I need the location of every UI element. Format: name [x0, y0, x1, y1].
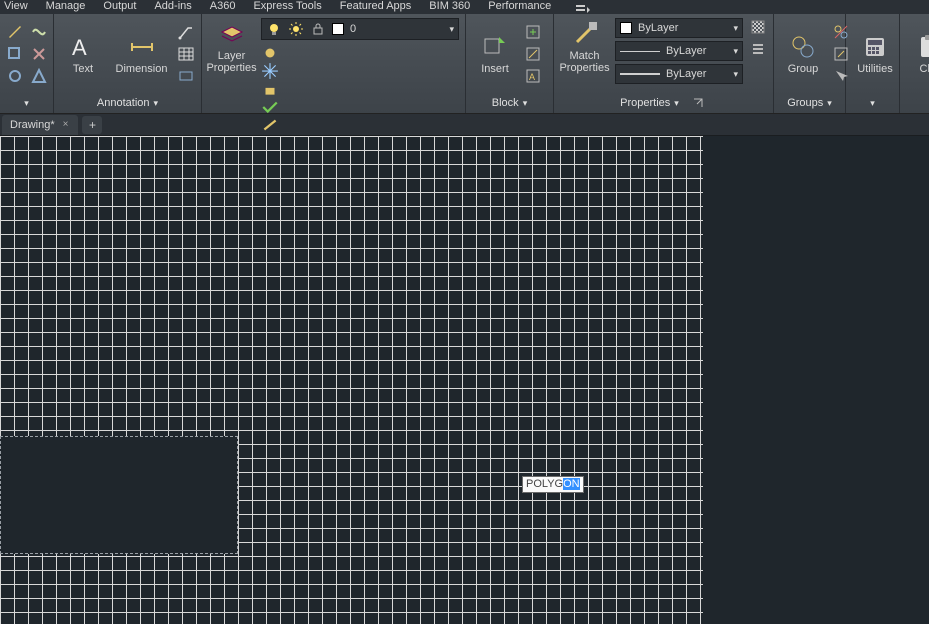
layer-color-swatch — [332, 23, 344, 35]
menu-featured-apps[interactable]: Featured Apps — [340, 0, 412, 12]
dimension-label: Dimension — [116, 63, 168, 75]
clipboard-button[interactable]: Clip — [906, 31, 929, 77]
menu-view[interactable]: View — [4, 0, 28, 12]
panel-groups: Group Groups — [774, 14, 846, 113]
lineweight-value: ByLayer — [666, 68, 727, 80]
lineweight-caret-icon — [733, 68, 738, 80]
match-properties-button[interactable]: Match Properties — [560, 18, 609, 76]
panel-clipboard: Clip — [900, 14, 929, 113]
linetype-icon — [620, 51, 660, 52]
menu-addins[interactable]: Add-ins — [154, 0, 191, 12]
color-caret-icon — [733, 22, 738, 34]
object-color-dropdown[interactable]: ByLayer — [615, 18, 743, 38]
panel-block: Insert A Block — [466, 14, 554, 113]
leader-icon[interactable] — [177, 23, 195, 41]
svg-text:A: A — [529, 72, 535, 82]
panel-groups-caret-icon[interactable] — [827, 97, 832, 109]
linetype-value: ByLayer — [666, 45, 727, 57]
panel-properties: Match Properties ByLayer ByLayer ByLayer — [554, 14, 774, 113]
draw-tool-4-icon[interactable] — [30, 23, 48, 41]
utilities-button[interactable]: Utilities — [852, 31, 898, 77]
properties-dialog-launcher-icon[interactable] — [689, 94, 707, 112]
panel-annotation-title: Annotation — [97, 97, 150, 109]
draw-tool-5-icon[interactable] — [30, 45, 48, 63]
edit-attribute-icon[interactable]: A — [524, 67, 542, 85]
insert-button[interactable]: Insert — [472, 31, 518, 77]
svg-text:A: A — [72, 35, 87, 60]
panel-utilities-caret-icon[interactable] — [870, 97, 875, 109]
menu-express-tools[interactable]: Express Tools — [253, 0, 321, 12]
utilities-label: Utilities — [857, 63, 892, 75]
panel-properties-title: Properties — [620, 97, 670, 109]
layer-match-icon[interactable] — [261, 116, 279, 134]
table-icon[interactable] — [177, 45, 195, 63]
document-tab-title: Drawing* — [10, 119, 55, 131]
group-button[interactable]: Group — [780, 31, 826, 77]
transparency-icon[interactable] — [749, 18, 767, 36]
menu-output[interactable]: Output — [103, 0, 136, 12]
draw-tool-2-icon[interactable] — [6, 45, 24, 63]
panel-layers: Layer Properties 0 — [202, 14, 466, 113]
layer-properties-label: Layer Properties — [206, 50, 256, 74]
panel-groups-title: Groups — [787, 97, 823, 109]
panel-annotation: A Text Dimension Annotation — [54, 14, 202, 113]
new-tab-button[interactable]: + — [82, 116, 102, 134]
anno-extra-icon[interactable] — [177, 67, 195, 85]
list-icon[interactable] — [749, 40, 767, 58]
panel-draw-caret-icon[interactable] — [24, 97, 29, 109]
layer-off-icon[interactable] — [261, 44, 279, 62]
text-label: Text — [73, 63, 93, 75]
object-color-value: ByLayer — [638, 22, 727, 34]
drawing-canvas[interactable]: POLYGON — [0, 136, 929, 624]
current-layer-dropdown[interactable]: 0 — [261, 18, 459, 40]
menu-bar: View Manage Output Add-ins A360 Express … — [0, 0, 929, 14]
linetype-caret-icon — [733, 45, 738, 57]
group-label: Group — [788, 63, 819, 75]
menu-bim360[interactable]: BIM 360 — [429, 0, 470, 12]
lineweight-dropdown[interactable]: ByLayer — [615, 64, 743, 84]
layer-properties-button[interactable]: Layer Properties — [208, 18, 255, 76]
match-properties-label: Match Properties — [559, 50, 609, 74]
panel-draw-fragment — [0, 14, 54, 113]
panel-properties-caret-icon[interactable] — [674, 97, 679, 109]
create-block-icon[interactable] — [524, 23, 542, 41]
lightbulb-icon — [266, 21, 282, 37]
lineweight-icon — [620, 73, 660, 75]
layer-dropdown-caret-icon — [449, 23, 454, 35]
panel-block-caret-icon[interactable] — [523, 97, 528, 109]
edit-block-icon[interactable] — [524, 45, 542, 63]
current-layer-name: 0 — [350, 23, 443, 35]
command-typed-text: POLYG — [526, 478, 563, 490]
panel-annotation-caret-icon[interactable] — [154, 97, 159, 109]
draw-tool-3-icon[interactable] — [6, 67, 24, 85]
lock-icon — [310, 21, 326, 37]
panel-utilities: Utilities — [846, 14, 900, 113]
ribbon: A Text Dimension Annotation — [0, 14, 929, 114]
text-button[interactable]: A Text — [60, 31, 106, 77]
selection-window-rectangle — [0, 436, 238, 554]
draw-tool-6-icon[interactable] — [30, 67, 48, 85]
close-tab-icon[interactable]: × — [63, 119, 69, 130]
layer-freeze-icon[interactable] — [261, 62, 279, 80]
menu-performance[interactable]: Performance — [488, 0, 551, 12]
menu-manage[interactable]: Manage — [46, 0, 86, 12]
insert-label: Insert — [481, 63, 509, 75]
document-tab[interactable]: Drawing* × — [2, 115, 78, 135]
layer-make-current-icon[interactable] — [261, 98, 279, 116]
dimension-button[interactable]: Dimension — [112, 31, 171, 77]
dynamic-input-tooltip[interactable]: POLYGON — [522, 476, 584, 493]
panel-block-title: Block — [492, 97, 519, 109]
clipboard-label: Clip — [920, 63, 929, 75]
menu-a360[interactable]: A360 — [210, 0, 236, 12]
draw-tool-1-icon[interactable] — [6, 23, 24, 41]
layer-lock-icon[interactable] — [261, 80, 279, 98]
command-autocomplete-text: ON — [563, 478, 580, 490]
sun-icon — [288, 21, 304, 37]
linetype-dropdown[interactable]: ByLayer — [615, 41, 743, 61]
color-swatch-icon — [620, 22, 632, 34]
